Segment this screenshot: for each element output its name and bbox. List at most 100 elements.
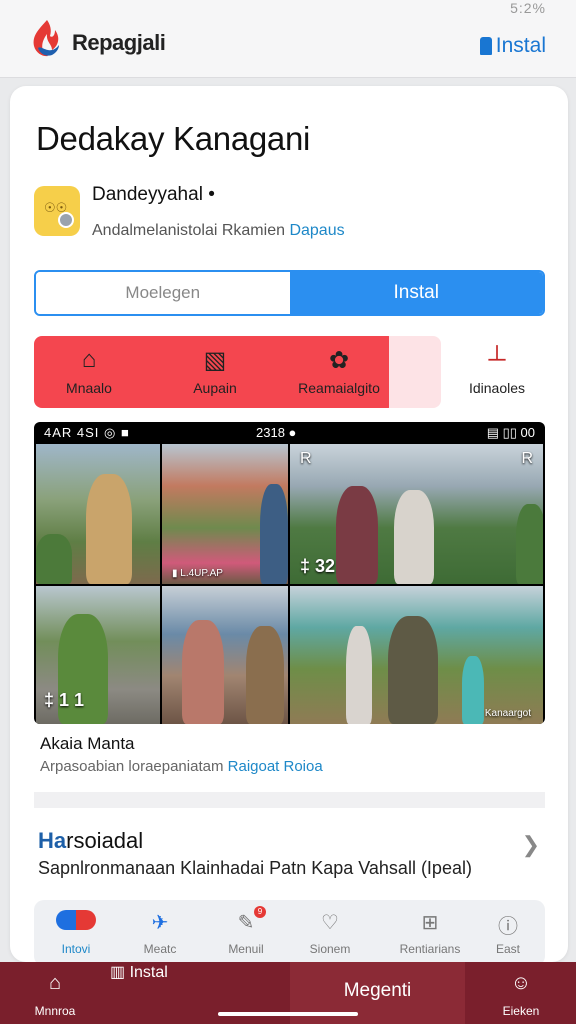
app-bar: 5:2% Repagjali Instal bbox=[0, 0, 576, 78]
developer-name[interactable]: Dandeyyahal • bbox=[92, 184, 215, 206]
app-description-text: Arpasoabian loraepaniatam bbox=[40, 758, 224, 775]
screenshot-tile[interactable]: ▮ L.4UP.AP bbox=[162, 444, 288, 584]
app-name: Akaia Manta bbox=[40, 734, 135, 753]
flower-icon: ✿ bbox=[328, 347, 350, 374]
person-figure bbox=[388, 616, 438, 724]
app-description-link[interactable]: Raigoat Roioa bbox=[228, 758, 323, 775]
person-figure bbox=[86, 474, 132, 584]
section-title-accent: Ha bbox=[38, 828, 67, 853]
screenshot-tile[interactable]: ‡ 1 1 bbox=[36, 586, 160, 724]
chevron-right-icon[interactable]: ❯ bbox=[522, 832, 540, 858]
install-icon bbox=[479, 37, 492, 55]
gallery-status-right: ▤ ▯▯ 00 bbox=[486, 425, 535, 440]
category-highlight-tail bbox=[389, 336, 441, 408]
developer-subtitle-text: Andalmelanistolai Rkamien bbox=[92, 222, 285, 239]
tab-rentiarians[interactable]: ⊞ Rentiarians bbox=[394, 900, 466, 962]
person-figure bbox=[516, 504, 543, 584]
section-title-rest: rsoiadal bbox=[66, 828, 144, 853]
category-item[interactable]: ┴ Idinaoles bbox=[442, 336, 552, 408]
category-row: ⌂ Mnaalo ▧ Aupain ✿ Reamaialgito ┴ Idina… bbox=[34, 336, 548, 408]
notification-badge: 9 bbox=[254, 906, 266, 918]
category-item[interactable]: ⌂ Mnaalo bbox=[34, 336, 144, 408]
nav-label: Mnnroa bbox=[34, 1004, 76, 1018]
info-circle-icon: ⓘ bbox=[498, 916, 518, 938]
nav-home[interactable]: ⌂ Mnnroa bbox=[0, 962, 110, 1024]
header-install-button[interactable]: Instal bbox=[479, 34, 546, 58]
tab-label: Intovi bbox=[61, 942, 91, 956]
edit-icon: ✎ bbox=[237, 912, 255, 934]
section-divider bbox=[34, 792, 545, 808]
install-button[interactable]: Instal bbox=[289, 272, 543, 314]
house-icon: ⌂ bbox=[81, 346, 97, 373]
heart-circle-icon: ♡ bbox=[321, 912, 339, 934]
secondary-action-button[interactable]: Moelegen bbox=[36, 272, 290, 314]
screenshot-tile[interactable]: ‡ 32 R R bbox=[290, 444, 543, 584]
tile-caption: ▮ L.4UP.AP bbox=[172, 568, 223, 579]
nav-label: Megenti bbox=[343, 980, 412, 1001]
nav-label: Instal bbox=[129, 964, 168, 981]
tile-badge: ‡ 32 bbox=[300, 556, 336, 576]
status-bar: 5:2% bbox=[510, 0, 546, 16]
screenshot-tile[interactable] bbox=[36, 444, 160, 584]
home-icon: ⌂ bbox=[48, 972, 62, 994]
screenshot-tile[interactable] bbox=[162, 586, 288, 724]
lamp-icon: ┴ bbox=[488, 346, 506, 373]
category-label: Reamaialgito bbox=[298, 380, 380, 396]
developer-subtitle: Andalmelanistolai Rkamien Dapaus bbox=[92, 222, 345, 240]
gallery-status-bar: 4AR 4SI ◎ ■ 2318 ● ▤ ▯▯ 00 bbox=[34, 422, 545, 444]
person-figure bbox=[462, 656, 484, 724]
install-icon: ▥ bbox=[110, 964, 126, 981]
screenshot-gallery[interactable]: 4AR 4SI ◎ ■ 2318 ● ▤ ▯▯ 00 ▮ L.4UP.AP ‡ … bbox=[34, 422, 545, 724]
home-indicator[interactable] bbox=[218, 1012, 358, 1016]
developer-avatar[interactable]: ☉☉ bbox=[34, 186, 80, 236]
category-item[interactable]: ✿ Reamaialgito bbox=[284, 336, 394, 408]
tile-corner-mark: R bbox=[521, 450, 533, 467]
category-label: Idinaoles bbox=[468, 380, 526, 396]
category-label: Mnaalo bbox=[66, 380, 112, 396]
category-item[interactable]: ▧ Aupain bbox=[160, 336, 270, 408]
gallery-status-center: 2318 ● bbox=[256, 425, 297, 440]
person-figure bbox=[336, 486, 378, 584]
flame-logo-icon bbox=[33, 20, 59, 57]
nav-install-row: ▥ Instal bbox=[110, 962, 290, 982]
puzzle-icon: ▧ bbox=[203, 347, 227, 374]
badge-dot-icon bbox=[58, 212, 74, 228]
person-figure bbox=[246, 626, 284, 724]
tile-caption: Kanaargot bbox=[484, 708, 531, 719]
header-install-label: Instal bbox=[495, 34, 546, 57]
tile-corner-mark: R bbox=[300, 450, 312, 467]
gallery-status-left: 4AR 4SI ◎ ■ bbox=[44, 425, 130, 440]
tab-label: Sionem bbox=[309, 942, 351, 956]
developer-link[interactable]: Dapaus bbox=[289, 222, 344, 239]
action-segment: Moelegen Instal bbox=[34, 270, 545, 316]
person-figure bbox=[346, 626, 372, 724]
tab-intovi[interactable]: Intovi bbox=[40, 900, 112, 962]
plant-figure bbox=[36, 534, 72, 584]
tab-label: Rentiarians bbox=[399, 942, 461, 956]
tab-label: East bbox=[495, 942, 520, 956]
person-figure bbox=[182, 620, 224, 724]
tab-east[interactable]: ⓘ East bbox=[472, 900, 544, 962]
nav-profile[interactable]: ☺ Eieken bbox=[466, 962, 576, 1024]
tab-label: Meatc bbox=[143, 942, 177, 956]
app-detail-card: Dedakay Kanagani ☉☉ Dandeyyahal • Andalm… bbox=[10, 86, 568, 962]
plane-icon: ✈ bbox=[151, 912, 169, 934]
person-figure bbox=[394, 490, 434, 584]
page-title: Dedakay Kanagani bbox=[36, 120, 311, 157]
nav-label: Eieken bbox=[502, 1004, 540, 1018]
plus-square-icon: ⊞ bbox=[421, 912, 439, 934]
person-icon: ☺ bbox=[510, 972, 532, 994]
feature-tab-strip: Intovi ✈ Meatc ✎ 9 Menuil ♡ Sionem ⊞ Ren… bbox=[34, 900, 545, 962]
tab-meatc[interactable]: ✈ Meatc bbox=[124, 900, 196, 962]
section-subtitle: Sapnlronmanaan Klainhadai Patn Kapa Vahs… bbox=[38, 858, 472, 878]
section-title[interactable]: Harsoiadal bbox=[38, 828, 143, 854]
tile-badge: ‡ 1 1 bbox=[44, 690, 85, 710]
tab-sionem[interactable]: ♡ Sionem bbox=[294, 900, 366, 962]
app-description: Arpasoabian loraepaniatam Raigoat Roioa bbox=[40, 758, 323, 775]
tab-menuil[interactable]: ✎ 9 Menuil bbox=[210, 900, 282, 962]
category-label: Aupain bbox=[193, 380, 237, 396]
toggle-icon bbox=[40, 910, 112, 936]
tab-label: Menuil bbox=[228, 942, 264, 956]
app-brand: Repagjali bbox=[72, 30, 166, 55]
screenshot-tile[interactable]: Kanaargot bbox=[290, 586, 543, 724]
